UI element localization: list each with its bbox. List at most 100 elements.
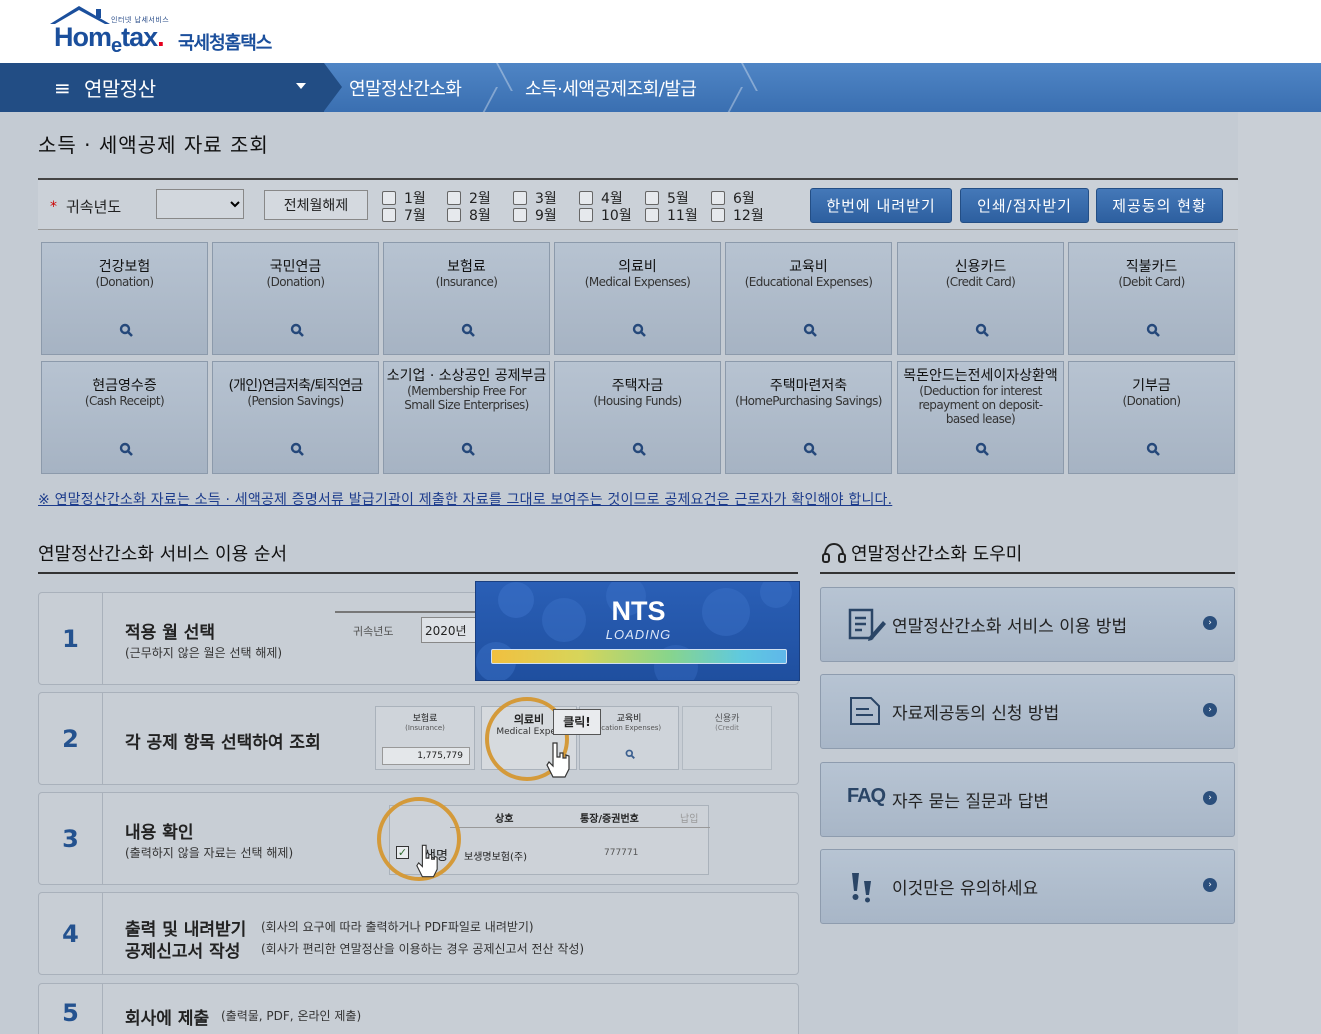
step-number: 5 (39, 984, 103, 1034)
month-checkbox-9[interactable]: 9월 (513, 206, 557, 224)
month-checkbox-7[interactable]: 7월 (382, 206, 426, 224)
print-braille-button[interactable]: 인쇄/점자받기 (960, 188, 1089, 223)
exclamation-icon (852, 873, 871, 903)
search-icon (461, 442, 475, 456)
filter-bar: * 귀속년도 전체월해제 1월 2월 3월 4월 5월 6월 7월 8월 9월 … (38, 178, 1238, 230)
year-label: 귀속년도 (66, 198, 122, 216)
category-debit-card[interactable]: 직불카드 (Debit Card) (1068, 242, 1235, 355)
hamburger-menu-icon[interactable]: ≡ (54, 76, 71, 100)
loading-brand: NTS (611, 596, 666, 626)
search-icon (975, 442, 989, 456)
right-margin (1238, 112, 1321, 1034)
category-national-pension[interactable]: 국민연금 (Donation) (212, 242, 379, 355)
step-title-2: 공제신고서 작성 (125, 942, 241, 962)
illus-credit-tile: 신용카 (Credit (682, 706, 772, 770)
month-checkbox-11[interactable]: 11월 (645, 206, 698, 224)
step-number: 1 (39, 593, 103, 684)
clear-all-months-button[interactable]: 전체월해제 (264, 190, 368, 220)
category-health-insurance[interactable]: 건강보험 (Donation) (41, 242, 208, 355)
year-select[interactable] (156, 189, 244, 219)
required-mark: * (50, 199, 57, 215)
step-1-illustration: 귀속년도 2020년 (335, 611, 477, 649)
helper-consent-guide[interactable]: 자료제공동의 신청 방법 › (820, 674, 1235, 749)
loading-overlay: NTS LOADING (475, 581, 800, 681)
search-icon (119, 323, 133, 337)
faq-icon: FAQ (847, 785, 886, 807)
document-pen-icon (848, 608, 886, 641)
helper-faq[interactable]: FAQ 자주 묻는 질문과 답변 › (820, 762, 1235, 837)
step-number: 4 (39, 893, 103, 974)
search-icon (1146, 442, 1160, 456)
step-title: 회사에 제출 (125, 1009, 210, 1029)
headset-icon (822, 542, 846, 563)
category-home-purchasing-savings[interactable]: 주택마련저축 (HomePurchasing Savings) (725, 361, 892, 474)
document-icon (850, 697, 880, 725)
top-header: 인터넷 납세서비스 Hometax. 국세청홈택스 (0, 0, 1321, 63)
step-desc: (출력물, PDF, 온라인 제출) (221, 1009, 362, 1023)
search-icon (290, 323, 304, 337)
search-icon (632, 323, 646, 337)
month-checkbox-1[interactable]: 1월 (382, 189, 426, 207)
search-icon (625, 749, 635, 759)
step-3: 3 내용 확인 (출력하지 않을 자료는 선택 해제) 상호 통장/증권번호 납… (38, 792, 799, 885)
category-cash-receipt[interactable]: 현금영수증 (Cash Receipt) (41, 361, 208, 474)
search-icon (461, 323, 475, 337)
category-lease-interest-repayment[interactable]: 목돈안드는전세이자상환액 (Deduction for interest rep… (897, 361, 1064, 474)
search-icon (119, 442, 133, 456)
step-desc: (출력하지 않을 자료는 선택 해제) (125, 846, 294, 860)
category-housing-funds[interactable]: 주택자금 (Housing Funds) (554, 361, 721, 474)
step-title: 적용 월 선택 (125, 623, 216, 643)
loading-progress-bar (491, 649, 787, 664)
month-checkbox-3[interactable]: 3월 (513, 189, 557, 207)
consent-status-button[interactable]: 제공동의 현황 (1096, 188, 1223, 223)
step-title: 각 공제 항목 선택하여 조회 (125, 733, 321, 753)
illus-table-header: 상호 통장/증권번호 납입 (450, 806, 710, 828)
illus-insurance-tile: 보험료 (Insurance) 1,775,779 (375, 706, 475, 770)
step-desc: (근무하지 않은 월은 선택 해제) (125, 646, 283, 660)
step-5: 5 회사에 제출 (출력물, PDF, 온라인 제출) (38, 983, 799, 1034)
helper-service-guide[interactable]: 연말정산간소화 서비스 이용 방법 › (820, 587, 1235, 662)
search-icon (975, 323, 989, 337)
month-checkbox-5[interactable]: 5월 (645, 189, 689, 207)
step-number: 2 (39, 693, 103, 784)
search-icon (803, 323, 817, 337)
category-insurance[interactable]: 보험료 (Insurance) (383, 242, 550, 355)
month-checkbox-4[interactable]: 4월 (579, 189, 623, 207)
chevron-down-icon[interactable] (296, 83, 306, 89)
hand-pointer-icon (546, 742, 570, 778)
category-donation[interactable]: 기부금 (Donation) (1068, 361, 1235, 474)
month-checkboxes: 1월 2월 3월 4월 5월 6월 7월 8월 9월 10월 11월 12월 (382, 187, 782, 224)
category-pension-savings[interactable]: (개인)연금저축/퇴직연금 (Pension Savings) (212, 361, 379, 474)
search-icon (632, 442, 646, 456)
nav-bar: ≡ 연말정산 연말정산간소화 소득·세액공제조회/발급 (0, 63, 1321, 112)
breadcrumb-item-2[interactable]: 소득·세액공제조회/발급 (525, 63, 697, 112)
category-small-business-mutual-aid[interactable]: 소기업 · 소상공인 공제부금 (Membership Free For Sma… (383, 361, 550, 474)
helper-cautions[interactable]: 이것만은 유의하세요 › (820, 849, 1235, 924)
month-checkbox-6[interactable]: 6월 (711, 189, 755, 207)
arrow-right-icon: › (1203, 878, 1217, 892)
month-checkbox-10[interactable]: 10월 (579, 206, 632, 224)
step-2: 2 각 공제 항목 선택하여 조회 보험료 (Insurance) 1,775,… (38, 692, 799, 785)
category-education[interactable]: 교육비 (Educational Expenses) (725, 242, 892, 355)
breadcrumb-item-1[interactable]: 연말정산간소화 (349, 63, 462, 112)
nav-main-menu[interactable]: ≡ 연말정산 (0, 63, 342, 112)
arrow-right-icon: › (1203, 703, 1217, 717)
category-credit-card[interactable]: 신용카드 (Credit Card) (897, 242, 1064, 355)
breadcrumb-separator (496, 63, 516, 112)
search-icon (803, 442, 817, 456)
step-desc-2: (회사가 편리한 연말정산을 이용하는 경우 공제신고서 전산 작성) (261, 942, 585, 956)
category-medical[interactable]: 의료비 (Medical Expenses) (554, 242, 721, 355)
download-all-button[interactable]: 한번에 내려받기 (810, 188, 952, 223)
logo-korean-name: 국세청홈택스 (178, 33, 272, 54)
month-checkbox-2[interactable]: 2월 (447, 189, 491, 207)
arrow-right-icon: › (1203, 791, 1217, 805)
month-checkbox-12[interactable]: 12월 (711, 206, 764, 224)
breadcrumb-separator (741, 63, 761, 112)
section-divider (820, 572, 1235, 574)
hometax-logo[interactable]: 인터넷 납세서비스 Hometax. 국세청홈택스 (50, 4, 290, 60)
notice-text[interactable]: ※ 연말정산간소화 자료는 소득 · 세액공제 증명서류 발급기관이 제출한 자… (38, 489, 892, 509)
month-checkbox-8[interactable]: 8월 (447, 206, 491, 224)
step-title: 내용 확인 (125, 823, 194, 843)
hand-pointer-icon (416, 844, 438, 878)
helper-section-title: 연말정산간소화 도우미 (822, 540, 1022, 566)
